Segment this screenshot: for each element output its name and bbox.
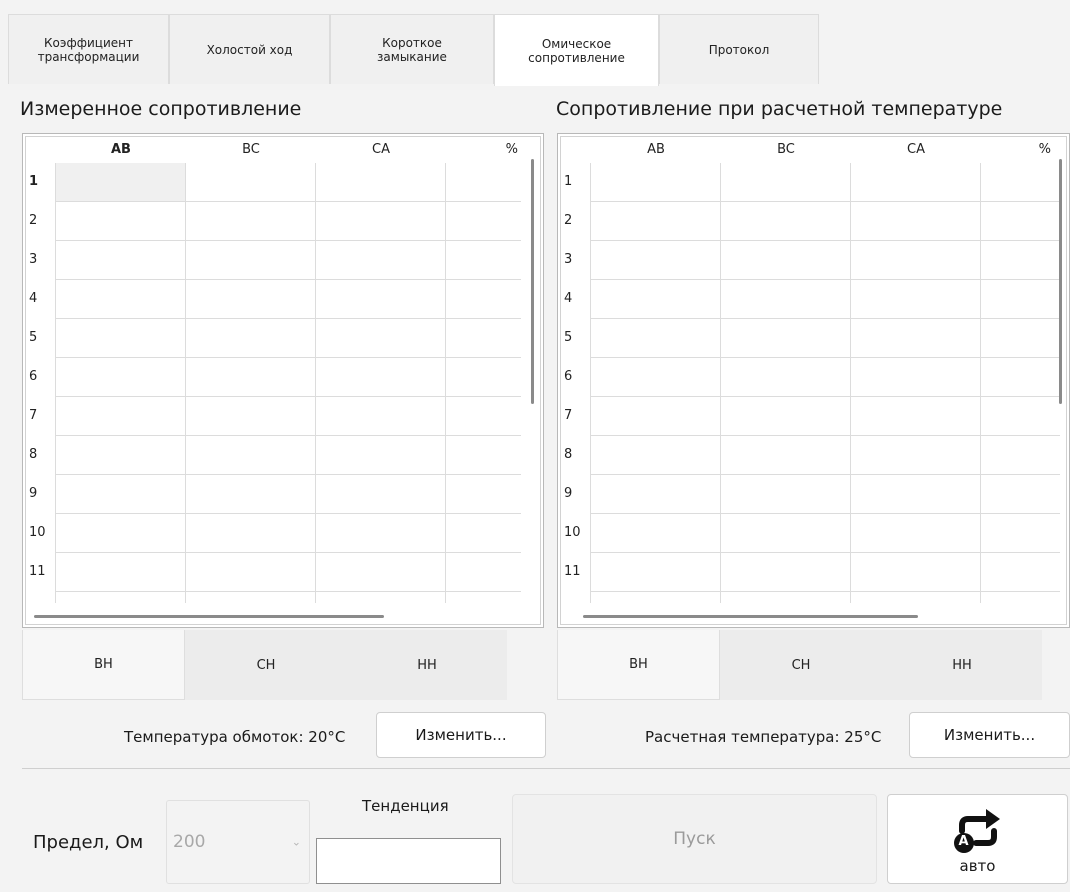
main-tabbar: Коэффициент трансформации Холостой ход К… xyxy=(8,14,1070,86)
calculated-resistance-grid[interactable]: AB BC CA % 1 2 3 4 5 6 7 8 9 10 11 xyxy=(557,133,1070,628)
auto-button-label: авто xyxy=(959,857,996,875)
row-header[interactable]: 1 xyxy=(561,174,589,189)
tab-no-load[interactable]: Холостой ход xyxy=(169,14,330,84)
vertical-scrollbar[interactable] xyxy=(531,159,534,404)
subtab-mv-right[interactable]: СН xyxy=(720,630,882,700)
row-header[interactable]: 6 xyxy=(561,369,589,384)
change-calc-temp-button[interactable]: Изменить... xyxy=(909,712,1070,758)
limit-label: Предел, Ом xyxy=(33,832,144,853)
calculated-resistance-title: Сопротивление при расчетной температуре xyxy=(556,98,1003,120)
horizontal-scrollbar[interactable] xyxy=(583,615,918,618)
subtab-lv-left[interactable]: НН xyxy=(347,630,507,700)
subtab-mv-left[interactable]: СН xyxy=(185,630,347,700)
row-header[interactable]: 3 xyxy=(561,252,589,267)
row-header[interactable]: 10 xyxy=(561,525,589,540)
tab-transformation-ratio[interactable]: Коэффициент трансформации xyxy=(8,14,169,84)
change-winding-temp-button[interactable]: Изменить... xyxy=(376,712,546,758)
tab-protocol[interactable]: Протокол xyxy=(659,14,819,84)
grid-body-left: AB BC CA % 1 2 3 4 5 6 7 8 9 10 11 xyxy=(25,136,541,625)
row-header[interactable]: 6 xyxy=(26,369,54,384)
start-button[interactable]: Пуск xyxy=(512,794,877,884)
subtab-lv-right[interactable]: НН xyxy=(882,630,1042,700)
bottom-separator xyxy=(22,768,1070,769)
row-header[interactable]: 11 xyxy=(26,564,54,579)
row-header[interactable]: 8 xyxy=(26,447,54,462)
column-header-percent[interactable]: % xyxy=(446,137,520,163)
auto-badge-letter: A xyxy=(958,834,969,849)
column-header-percent[interactable]: % xyxy=(981,137,1053,163)
column-header-bc[interactable]: BC xyxy=(721,137,851,163)
column-header-ab[interactable]: AB xyxy=(56,137,186,163)
auto-button[interactable]: A авто xyxy=(887,794,1068,884)
horizontal-scrollbar[interactable] xyxy=(34,615,384,618)
row-header[interactable]: 5 xyxy=(561,330,589,345)
limit-select[interactable]: 200 ⌄ xyxy=(166,800,310,884)
row-header[interactable]: 10 xyxy=(26,525,54,540)
calculated-temperature-label: Расчетная температура: 25°C xyxy=(645,728,882,746)
subtab-hv-left[interactable]: ВН xyxy=(22,630,185,700)
tab-short-circuit[interactable]: Короткое замыкание xyxy=(330,14,494,84)
trend-label: Тенденция xyxy=(362,797,449,815)
limit-value: 200 xyxy=(173,832,206,852)
subtab-hv-right[interactable]: ВН xyxy=(557,630,720,700)
row-header[interactable]: 2 xyxy=(561,213,589,228)
chevron-down-icon: ⌄ xyxy=(291,835,301,849)
grid-body-right: AB BC CA % 1 2 3 4 5 6 7 8 9 10 11 xyxy=(560,136,1067,625)
row-header[interactable]: 8 xyxy=(561,447,589,462)
column-header-ca[interactable]: CA xyxy=(316,137,446,163)
row-header[interactable]: 4 xyxy=(561,291,589,306)
tab-ohmic-resistance[interactable]: Омическое сопротивление xyxy=(494,14,659,86)
measured-resistance-grid[interactable]: AB BC CA % 1 2 3 4 5 6 7 8 9 10 11 xyxy=(22,133,544,628)
measured-resistance-title: Измеренное сопротивление xyxy=(20,98,302,120)
row-header[interactable]: 11 xyxy=(561,564,589,579)
row-header[interactable]: 7 xyxy=(26,408,54,423)
row-header[interactable]: 2 xyxy=(26,213,54,228)
auto-repeat-icon: A xyxy=(948,807,1008,855)
row-header[interactable]: 9 xyxy=(561,486,589,501)
selected-cell[interactable] xyxy=(55,163,186,201)
column-header-ab[interactable]: AB xyxy=(591,137,721,163)
row-header[interactable]: 9 xyxy=(26,486,54,501)
row-header[interactable]: 7 xyxy=(561,408,589,423)
column-header-ca[interactable]: CA xyxy=(851,137,981,163)
row-header[interactable]: 3 xyxy=(26,252,54,267)
column-header-bc[interactable]: BC xyxy=(186,137,316,163)
winding-temperature-label: Температура обмоток: 20°C xyxy=(124,728,346,746)
row-header[interactable]: 4 xyxy=(26,291,54,306)
trend-indicator xyxy=(316,838,501,884)
row-header[interactable]: 5 xyxy=(26,330,54,345)
vertical-scrollbar[interactable] xyxy=(1059,159,1062,404)
row-header[interactable]: 1 xyxy=(26,174,54,189)
